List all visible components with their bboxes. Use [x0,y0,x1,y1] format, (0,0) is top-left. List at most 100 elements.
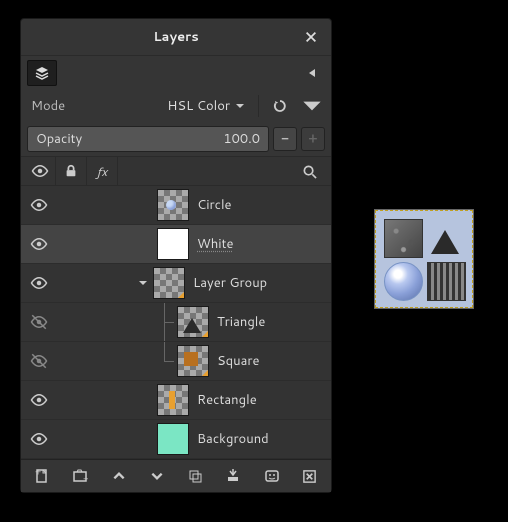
opacity-slider[interactable]: Opacity 100.0 [27,126,269,152]
layers-panel: Layers Mode HSL Color [20,18,332,493]
visibility-toggle[interactable] [25,303,53,341]
layer-row[interactable]: Background [21,420,331,459]
layer-thumb [177,306,209,338]
visibility-toggle[interactable] [25,225,53,263]
col-lock[interactable] [56,157,87,185]
chevron-down-icon [150,469,164,483]
layer-name[interactable]: Triangle [217,313,265,331]
eye-icon [30,430,48,448]
menu-arrow-icon [306,67,318,79]
duplicate-icon [187,468,203,484]
link-cell[interactable] [55,342,83,380]
dock-menu-button[interactable] [299,61,325,85]
merge-down-button[interactable] [214,462,252,490]
delete-icon [302,469,317,484]
layer-row[interactable]: Square [21,342,331,381]
link-cell[interactable] [55,264,83,302]
link-cell[interactable] [55,303,83,341]
link-cell[interactable] [55,420,83,458]
svg-text:+: + [83,472,88,484]
layers-footer: + + [21,459,331,492]
layer-thumb [157,384,189,416]
group-expander[interactable] [135,275,151,291]
eye-icon [30,235,48,253]
raise-layer-button[interactable] [100,462,138,490]
opacity-decrease[interactable]: − [273,127,297,151]
layers-icon [34,65,50,81]
layer-search-button[interactable] [291,157,327,185]
chevron-down-icon [234,100,246,112]
layer-thumb [157,423,189,455]
col-effects[interactable]: fx [87,157,118,185]
link-cell[interactable] [55,225,83,263]
visibility-toggle[interactable] [25,420,53,458]
chevron-down-icon [137,277,149,289]
fx-icon: fx [97,163,108,180]
layer-name[interactable]: Rectangle [197,391,257,409]
layer-row[interactable]: Layer Group [21,264,331,303]
new-layer-button[interactable]: + [23,462,61,490]
layer-name[interactable]: Circle [197,196,232,214]
dock-tabs [21,56,331,90]
eye-off-icon [30,352,48,370]
layers-tab[interactable] [27,60,57,86]
delete-layer-button[interactable] [291,462,329,490]
layer-row[interactable]: White [21,225,331,264]
layer-name[interactable]: White [197,235,234,253]
duplicate-layer-button[interactable] [176,462,214,490]
mode-menu-button[interactable] [299,94,325,118]
preview-noise [384,219,423,258]
visibility-toggle[interactable] [25,264,53,302]
layer-row[interactable]: Circle [21,186,331,225]
visibility-toggle[interactable] [25,186,53,224]
layer-row[interactable]: Triangle [21,303,331,342]
eye-off-icon [30,313,48,331]
layer-columns-header: fx [21,156,331,186]
col-visibility[interactable] [25,157,56,185]
layer-thumb [157,189,189,221]
lock-icon [64,164,78,178]
mask-button[interactable] [253,462,291,490]
opacity-value: 100.0 [223,130,260,148]
chevron-up-icon [112,469,126,483]
mode-reset-button[interactable] [267,94,293,118]
layer-name[interactable]: Layer Group [193,274,267,292]
mode-value: HSL Color [167,97,230,115]
link-cell[interactable] [55,381,83,419]
reset-icon [272,98,288,114]
opacity-row: Opacity 100.0 − + [21,122,331,156]
eye-icon [30,391,48,409]
layers-list: Circle White Layer Group Triangle Square Rect… [21,186,331,459]
opacity-increase[interactable]: + [301,127,325,151]
titlebar: Layers [21,19,331,56]
merge-down-icon [225,468,241,484]
layer-thumb [157,228,189,260]
opacity-label: Opacity [36,130,82,148]
canvas-preview [375,210,473,308]
new-group-button[interactable]: + [61,462,99,490]
mode-label: Mode [27,97,65,115]
preview-sphere [384,262,423,301]
new-layer-icon: + [34,468,50,484]
mode-select[interactable]: HSL Color [71,94,250,118]
new-group-icon: + [72,468,88,484]
close-icon [304,30,318,44]
layer-thumb [153,267,185,299]
link-cell[interactable] [55,186,83,224]
eye-icon [30,274,48,292]
lower-layer-button[interactable] [138,462,176,490]
visibility-toggle[interactable] [25,342,53,380]
panel-title: Layers [153,28,198,46]
chevron-down-icon [299,93,325,119]
eye-icon [31,162,49,180]
mode-row: Mode HSL Color [21,90,331,122]
layer-name[interactable]: Square [217,352,259,370]
close-button[interactable] [299,25,323,49]
search-icon [302,164,317,179]
svg-text:+: + [35,468,41,478]
layer-row[interactable]: Rectangle [21,381,331,420]
layer-name[interactable]: Background [197,430,269,448]
visibility-toggle[interactable] [25,381,53,419]
mask-icon [264,468,280,484]
preview-triangle [427,219,464,256]
